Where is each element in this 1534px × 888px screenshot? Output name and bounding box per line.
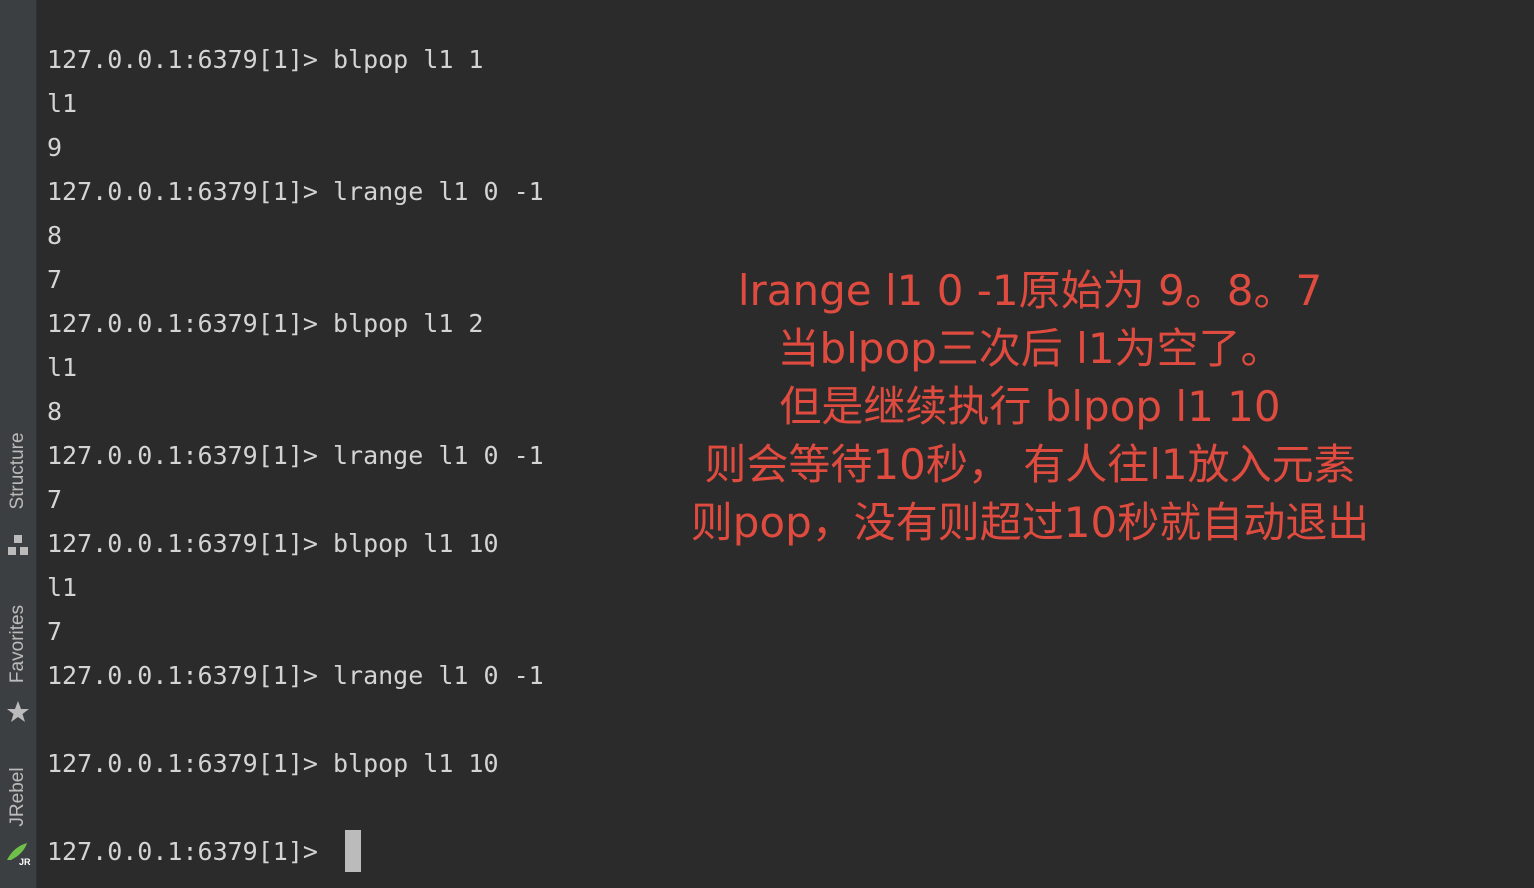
terminal-cursor <box>344 830 361 872</box>
annotation-line: 则会等待10秒， 有人往l1放入元素 <box>704 440 1356 489</box>
star-icon <box>7 701 29 722</box>
terminal-line: l1 <box>47 573 78 602</box>
terminal-line: 127.0.0.1:6379[1]> blpop l1 2 <box>47 309 484 338</box>
terminal-line: 127.0.0.1:6379[1]> blpop l1 1 <box>47 45 484 74</box>
structure-icon <box>8 535 28 555</box>
terminal-line: 8 <box>47 397 63 426</box>
terminal-output[interactable]: 127.0.0.1:6379[1]> blpop l1 1 l1 9 127.0… <box>47 38 667 878</box>
annotation-line: 当blpop三次后 l1为空了。 <box>777 324 1283 373</box>
jrebel-tab-label: JRebel <box>7 767 28 827</box>
structure-tab[interactable]: Structure <box>0 420 36 560</box>
terminal-line: 7 <box>47 617 63 646</box>
terminal-line: 127.0.0.1:6379[1]> lrange l1 0 -1 <box>47 661 544 690</box>
annotation-line: lrange l1 0 -1原始为 9。8。7 <box>737 266 1323 315</box>
terminal-line: 9 <box>47 133 63 162</box>
annotation-note: lrange l1 0 -1原始为 9。8。7 当blpop三次后 l1为空了。… <box>620 262 1440 552</box>
terminal-prompt: 127.0.0.1:6379[1]> <box>47 837 333 866</box>
favorites-tab-label: Favorites <box>7 604 28 684</box>
tool-window-strip: Structure Favorites JRebel JR <box>0 0 37 888</box>
terminal-line: 7 <box>47 265 63 294</box>
annotation-line: 但是继续执行 blpop l1 10 <box>779 382 1281 431</box>
terminal-prompt-line[interactable]: 127.0.0.1:6379[1]> <box>47 830 667 874</box>
terminal-line: 127.0.0.1:6379[1]> blpop l1 10 <box>47 749 499 778</box>
structure-tab-label: Structure <box>7 432 28 510</box>
jrebel-icon: JR <box>7 843 31 866</box>
terminal-line: 127.0.0.1:6379[1]> lrange l1 0 -1 <box>47 177 544 206</box>
terminal-line: l1 <box>47 89 78 118</box>
terminal-line: l1 <box>47 353 78 382</box>
terminal-line: 127.0.0.1:6379[1]> lrange l1 0 -1 <box>47 441 544 470</box>
terminal-line: 7 <box>47 485 63 514</box>
jrebel-tab[interactable]: JRebel JR <box>0 760 36 880</box>
terminal-line: 8 <box>47 221 63 250</box>
terminal-line: 127.0.0.1:6379[1]> blpop l1 10 <box>47 529 499 558</box>
favorites-tab[interactable]: Favorites <box>0 595 36 735</box>
svg-text:JR: JR <box>19 857 31 866</box>
annotation-line: 则pop，没有则超过10秒就自动退出 <box>690 498 1370 547</box>
